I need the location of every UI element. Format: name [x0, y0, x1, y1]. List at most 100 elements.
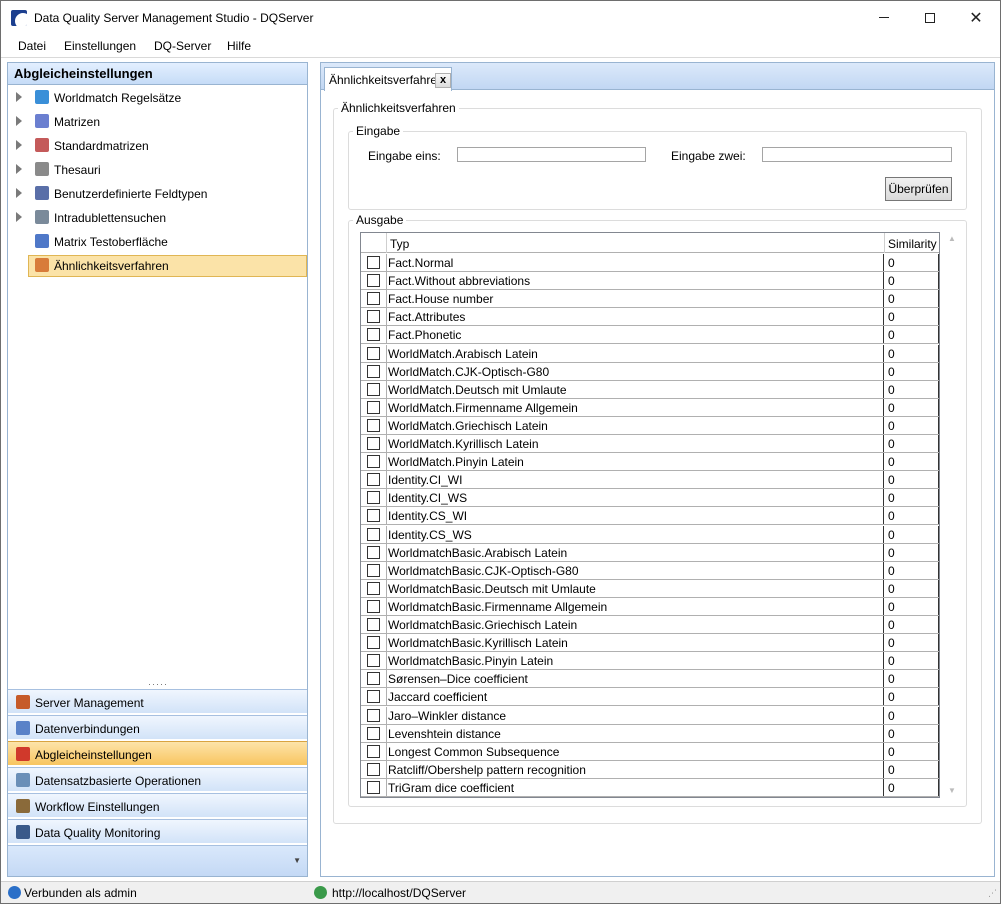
row-checkbox[interactable]: [367, 491, 380, 505]
table-row[interactable]: WorldMatch.Kyrillisch Latein 0: [361, 435, 939, 453]
input-two-field[interactable]: [762, 147, 952, 162]
table-row[interactable]: Fact.Attributes 0: [361, 308, 939, 327]
nav-datenverbindungen[interactable]: Datenverbindungen: [8, 715, 307, 739]
tree-item-matrix-testoberflache[interactable]: Matrix Testoberfläche: [8, 231, 307, 253]
nav-server-management[interactable]: Server Management: [8, 689, 307, 713]
nav-workflow-einstellungen[interactable]: Workflow Einstellungen: [8, 793, 307, 817]
expand-arrow-icon[interactable]: [16, 140, 22, 150]
table-row[interactable]: WorldMatch.Pinyin Latein 0: [361, 453, 939, 472]
row-checkbox[interactable]: [367, 654, 380, 668]
tab-close-button[interactable]: x: [435, 73, 451, 88]
row-checkbox[interactable]: [367, 455, 380, 469]
table-row[interactable]: Identity.CS_WI 0: [361, 507, 939, 526]
table-row[interactable]: Fact.Normal 0: [361, 254, 939, 272]
row-checkbox[interactable]: [367, 473, 380, 487]
table-row[interactable]: Fact.Phonetic 0: [361, 326, 939, 345]
table-row[interactable]: Jaro–Winkler distance 0: [361, 706, 939, 725]
table-row[interactable]: Fact.House number 0: [361, 290, 939, 309]
tree-item-worldmatch-regelsatze[interactable]: Worldmatch Regelsätze: [8, 87, 307, 109]
table-row[interactable]: WorldMatch.Arabisch Latein 0: [361, 344, 939, 363]
table-row[interactable]: WorldmatchBasic.Pinyin Latein 0: [361, 652, 939, 671]
tree-item-ahnlichkeitsverfahren[interactable]: Ähnlichkeitsverfahren: [8, 255, 307, 277]
row-checkbox[interactable]: [367, 274, 380, 288]
row-checkbox[interactable]: [367, 563, 380, 577]
expand-arrow-icon[interactable]: [16, 188, 22, 198]
row-checkbox[interactable]: [367, 364, 380, 378]
table-row[interactable]: WorldmatchBasic.Arabisch Latein 0: [361, 543, 939, 562]
nav-abgleicheinstellungen[interactable]: Abgleicheinstellungen: [8, 741, 307, 765]
table-row[interactable]: Fact.Without abbreviations 0: [361, 272, 939, 291]
tree-item-intradublettensuchen[interactable]: Intradublettensuchen: [8, 207, 307, 229]
row-checkbox[interactable]: [367, 599, 380, 613]
expand-arrow-icon[interactable]: [16, 164, 22, 174]
row-checkbox[interactable]: [367, 762, 380, 776]
menu-dq-server[interactable]: DQ-Server: [154, 39, 211, 53]
row-checkbox[interactable]: [367, 690, 380, 704]
close-window-button[interactable]: ✕: [953, 1, 999, 34]
row-checkbox[interactable]: [367, 509, 380, 523]
table-row[interactable]: Longest Common Subsequence 0: [361, 742, 939, 761]
tab-aehnlichkeitsverfahren[interactable]: Ähnlichkeitsverfahren x: [324, 67, 452, 91]
table-row[interactable]: WorldmatchBasic.Firmenname Allgemein 0: [361, 597, 939, 616]
table-row[interactable]: Sørensen–Dice coefficient 0: [361, 670, 939, 689]
row-checkbox[interactable]: [367, 708, 380, 722]
scroll-down-icon[interactable]: ▼: [948, 786, 956, 795]
nav-datensatzbasierte-operationen[interactable]: Datensatzbasierte Operationen: [8, 767, 307, 791]
table-row[interactable]: Jaccard coefficient 0: [361, 688, 939, 707]
tree-item-benutzerdefinierte-feldtypen[interactable]: Benutzerdefinierte Feldtypen: [8, 183, 307, 205]
row-checkbox[interactable]: [367, 437, 380, 450]
table-row[interactable]: WorldMatch.Firmenname Allgemein 0: [361, 398, 939, 417]
minimize-button[interactable]: [861, 1, 907, 34]
row-checkbox[interactable]: [367, 545, 380, 559]
table-row[interactable]: Identity.CI_WS 0: [361, 489, 939, 508]
table-row[interactable]: Identity.CI_WI 0: [361, 471, 939, 490]
table-row[interactable]: Ratcliff/Obershelp pattern recognition 0: [361, 760, 939, 779]
table-row[interactable]: WorldmatchBasic.CJK-Optisch-G80 0: [361, 561, 939, 580]
row-checkbox[interactable]: [367, 292, 380, 306]
maximize-button[interactable]: [907, 1, 953, 34]
menu-datei[interactable]: Datei: [18, 39, 46, 53]
nav-data-quality-monitoring[interactable]: Data Quality Monitoring: [8, 819, 307, 843]
row-checkbox[interactable]: [367, 328, 380, 342]
expand-arrow-icon[interactable]: [16, 92, 22, 102]
column-header-similarity[interactable]: Similarity: [885, 233, 939, 253]
resize-grip[interactable]: ⋰: [988, 888, 997, 899]
row-checkbox[interactable]: [367, 527, 380, 541]
grid-scrollbar[interactable]: ▲ ▼: [944, 232, 960, 798]
table-row[interactable]: Levenshtein distance 0: [361, 724, 939, 743]
row-checkbox[interactable]: [367, 780, 380, 794]
table-row[interactable]: WorldMatch.CJK-Optisch-G80 0: [361, 362, 939, 381]
menu-hilfe[interactable]: Hilfe: [227, 39, 251, 53]
expand-arrow-icon[interactable]: [16, 212, 22, 222]
panel-splitter[interactable]: ·····: [148, 680, 168, 689]
row-checkbox[interactable]: [367, 744, 380, 758]
expand-arrow-icon[interactable]: [16, 116, 22, 126]
tree-item-standardmatrizen[interactable]: Standardmatrizen: [8, 135, 307, 157]
row-checkbox[interactable]: [367, 256, 380, 269]
row-checkbox[interactable]: [367, 726, 380, 740]
table-row[interactable]: WorldmatchBasic.Kyrillisch Latein 0: [361, 634, 939, 653]
table-row[interactable]: WorldmatchBasic.Deutsch mit Umlaute 0: [361, 579, 939, 598]
table-row[interactable]: TriGram dice coefficient 0: [361, 778, 939, 797]
table-row[interactable]: WorldMatch.Griechisch Latein 0: [361, 416, 939, 435]
column-header-select[interactable]: [361, 233, 387, 253]
tree-item-thesauri[interactable]: Thesauri: [8, 159, 307, 181]
input-one-field[interactable]: [457, 147, 646, 162]
row-checkbox[interactable]: [367, 618, 380, 631]
row-checkbox[interactable]: [367, 346, 380, 360]
scroll-up-icon[interactable]: ▲: [948, 234, 956, 243]
row-checkbox[interactable]: [367, 382, 380, 396]
row-checkbox[interactable]: [367, 581, 380, 595]
column-header-typ[interactable]: Typ: [387, 233, 885, 253]
row-checkbox[interactable]: [367, 672, 380, 686]
check-button[interactable]: Überprüfen: [885, 177, 952, 201]
row-checkbox[interactable]: [367, 400, 380, 414]
row-checkbox[interactable]: [367, 636, 380, 650]
menu-einstellungen[interactable]: Einstellungen: [64, 39, 136, 53]
tree-item-matrizen[interactable]: Matrizen: [8, 111, 307, 133]
chevron-down-icon[interactable]: ▼: [293, 856, 301, 865]
table-row[interactable]: WorldmatchBasic.Griechisch Latein 0: [361, 616, 939, 634]
table-row[interactable]: WorldMatch.Deutsch mit Umlaute 0: [361, 380, 939, 399]
row-checkbox[interactable]: [367, 418, 380, 432]
table-row[interactable]: Identity.CS_WS 0: [361, 525, 939, 544]
